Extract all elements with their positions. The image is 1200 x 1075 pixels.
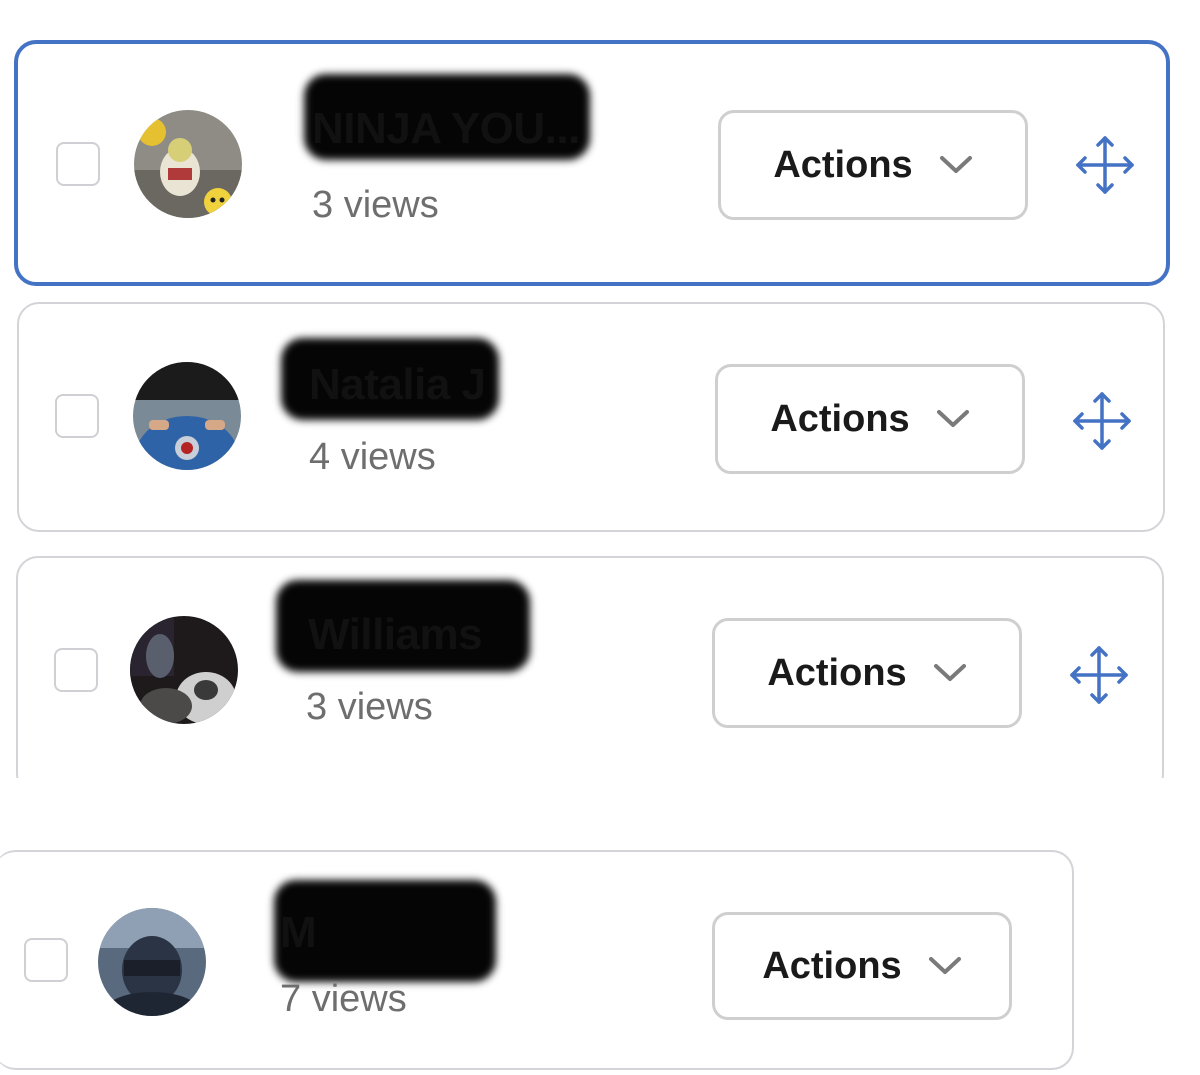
- chevron-down-icon: [939, 155, 973, 175]
- item-checkbox[interactable]: [55, 394, 99, 438]
- move-arrows-icon[interactable]: [1071, 390, 1133, 452]
- list-item[interactable]: Natalia J 4 views Actions: [17, 302, 1165, 532]
- item-name: NINJA YOU...: [312, 104, 580, 153]
- avatar: [133, 362, 241, 470]
- view-count: 3 views: [306, 686, 433, 728]
- actions-button[interactable]: Actions: [712, 618, 1022, 728]
- item-name: M: [280, 908, 317, 957]
- chevron-down-icon: [933, 663, 967, 683]
- chevron-down-icon: [936, 409, 970, 429]
- actions-button[interactable]: Actions: [712, 912, 1012, 1020]
- actions-label: Actions: [762, 944, 902, 987]
- list-item[interactable]: NINJA YOU... 3 views Actions: [14, 40, 1170, 286]
- move-arrows-icon[interactable]: [1074, 134, 1136, 196]
- view-count: 4 views: [309, 436, 436, 478]
- item-name: Natalia J: [309, 360, 486, 409]
- avatar: [130, 616, 238, 724]
- avatar: [134, 110, 242, 218]
- view-count: 3 views: [312, 184, 439, 226]
- actions-button[interactable]: Actions: [718, 110, 1028, 220]
- list-item[interactable]: M 7 views Actions: [0, 850, 1074, 1070]
- actions-button[interactable]: Actions: [715, 364, 1025, 474]
- list-item[interactable]: Williams 3 views Actions: [16, 556, 1164, 796]
- view-count: 7 views: [280, 978, 407, 1020]
- item-checkbox[interactable]: [24, 938, 68, 982]
- item-checkbox[interactable]: [56, 142, 100, 186]
- item-checkbox[interactable]: [54, 648, 98, 692]
- actions-label: Actions: [773, 143, 913, 186]
- actions-label: Actions: [767, 651, 907, 694]
- actions-label: Actions: [770, 397, 910, 440]
- move-arrows-icon[interactable]: [1068, 644, 1130, 706]
- avatar: [98, 908, 206, 1016]
- item-name: Williams: [308, 610, 483, 659]
- section-gap: [0, 778, 1200, 848]
- chevron-down-icon: [928, 956, 962, 976]
